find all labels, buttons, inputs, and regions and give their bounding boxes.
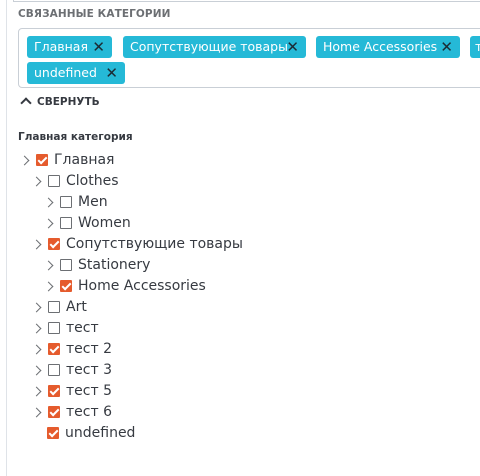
tree-item-label: Home Accessories — [78, 278, 206, 294]
panel-left-border — [6, 0, 7, 476]
tree-item-test-6[interactable]: тест 6 — [31, 402, 112, 422]
category-checkbox[interactable] — [48, 301, 60, 313]
tree-item-label: Главная — [54, 152, 115, 168]
tree-item-label: тест 3 — [66, 362, 112, 378]
tree-item-women[interactable]: Women — [43, 213, 131, 233]
collapse-button[interactable]: СВЕРНУТЬ — [20, 96, 100, 109]
tag-home-accessories[interactable]: Home Accessories ✕ — [316, 36, 460, 58]
chevron-right-icon[interactable] — [31, 176, 42, 186]
chevron-right-icon[interactable] — [31, 365, 42, 375]
tag-soputstvuyushchie[interactable]: Сопутствующие товары ✕ — [123, 36, 306, 58]
collapse-label: СВЕРНУТЬ — [37, 96, 100, 108]
tree-item-label: Art — [66, 299, 87, 315]
chevron-right-icon[interactable] — [19, 155, 30, 165]
tag-label: Home Accessories — [323, 39, 438, 54]
close-icon[interactable]: ✕ — [440, 36, 453, 58]
close-icon[interactable]: ✕ — [286, 36, 299, 58]
chevron-right-icon[interactable] — [31, 407, 42, 417]
category-checkbox[interactable] — [36, 154, 48, 166]
category-checkbox[interactable] — [60, 217, 72, 229]
tree-item-label: тест 2 — [66, 341, 112, 357]
tree-item-label: тест — [66, 320, 99, 336]
tag-label: т — [475, 39, 480, 54]
tree-item-label: Women — [78, 215, 131, 231]
category-checkbox[interactable] — [47, 427, 59, 439]
category-checkbox[interactable] — [48, 175, 60, 187]
tree-item-soputstvuyushchie[interactable]: Сопутствующие товары — [31, 234, 243, 254]
tree-item-stationery[interactable]: Stationery — [43, 255, 151, 275]
tree-item-label: тест 5 — [66, 383, 112, 399]
tree-item-label: Clothes — [66, 173, 119, 189]
tree-item-art[interactable]: Art — [31, 297, 87, 317]
chevron-right-icon[interactable] — [43, 197, 54, 207]
tree-item-test-3[interactable]: тест 3 — [31, 360, 112, 380]
category-checkbox[interactable] — [60, 196, 72, 208]
tree-item-label: Stationery — [78, 257, 151, 273]
category-checkbox[interactable] — [60, 280, 72, 292]
chevron-right-icon[interactable] — [31, 344, 42, 354]
tree-item-label: Сопутствующие товары — [66, 236, 243, 252]
chevron-right-icon[interactable] — [31, 323, 42, 333]
tag-label: Сопутствующие товары — [130, 39, 288, 54]
category-checkbox[interactable] — [48, 364, 60, 376]
chevron-right-icon[interactable] — [31, 239, 42, 249]
tree-item-glavnaya[interactable]: Главная — [19, 150, 115, 170]
tree-item-test-2[interactable]: тест 2 — [31, 339, 112, 359]
tree-item-test[interactable]: тест — [31, 318, 99, 338]
tag-glavnaya[interactable]: Главная ✕ — [27, 36, 112, 58]
tree-item-undefined[interactable]: undefined — [33, 423, 135, 443]
tag-truncated[interactable]: т — [470, 36, 480, 58]
tree-item-men[interactable]: Men — [43, 192, 108, 212]
chevron-right-icon[interactable] — [31, 302, 42, 312]
category-checkbox[interactable] — [60, 259, 72, 271]
category-checkbox[interactable] — [48, 238, 60, 250]
main-category-label: Главная категория — [18, 131, 133, 143]
tag-label: Главная — [34, 39, 88, 54]
tree-item-home-accessories[interactable]: Home Accessories — [43, 276, 206, 296]
chevron-up-icon — [20, 97, 32, 109]
related-categories-title: СВЯЗАННЫЕ КАТЕГОРИИ — [18, 8, 171, 20]
tree-item-label: Men — [78, 194, 108, 210]
tag-label: undefined — [34, 65, 97, 80]
category-checkbox[interactable] — [48, 385, 60, 397]
chevron-right-icon[interactable] — [31, 386, 42, 396]
category-checkbox[interactable] — [48, 406, 60, 418]
close-icon[interactable]: ✕ — [105, 62, 118, 84]
previous-field-box — [13, 0, 480, 2]
close-icon[interactable]: ✕ — [92, 36, 105, 58]
tree-item-label: undefined — [65, 425, 136, 441]
tree-item-test-5[interactable]: тест 5 — [31, 381, 112, 401]
category-checkbox[interactable] — [48, 343, 60, 355]
tree-item-label: тест 6 — [66, 404, 112, 420]
related-categories-tags[interactable]: Главная ✕ Сопутствующие товары ✕ Home Ac… — [18, 28, 480, 88]
tree-item-clothes[interactable]: Clothes — [31, 171, 119, 191]
chevron-right-icon[interactable] — [43, 281, 54, 291]
chevron-right-icon[interactable] — [43, 218, 54, 228]
chevron-right-icon[interactable] — [43, 260, 54, 270]
category-checkbox[interactable] — [48, 322, 60, 334]
tag-undefined[interactable]: undefined ✕ — [27, 62, 125, 84]
